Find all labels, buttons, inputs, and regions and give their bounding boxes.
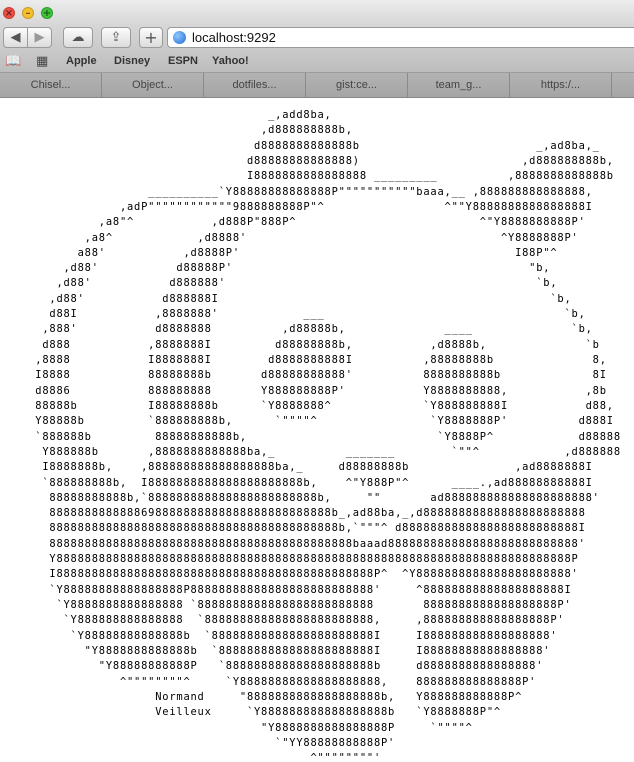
icloud-tabs-button[interactable]: ☁	[63, 27, 93, 48]
window-titlebar: × – +	[0, 0, 634, 26]
minimize-window-button[interactable]: –	[22, 7, 34, 19]
address-text[interactable]: localhost:9292	[192, 30, 276, 46]
bookmark-yahoo[interactable]: Yahoo!	[212, 55, 249, 68]
bookmark-espn[interactable]: ESPN	[168, 55, 198, 68]
address-bar[interactable]: localhost:9292	[167, 27, 634, 48]
share-button[interactable]: ⇪	[101, 27, 131, 48]
tab-chisel[interactable]: Chisel...	[0, 73, 102, 97]
tab-bar: Chisel... Object... dotfiles... gist:ce.…	[0, 73, 634, 98]
new-tab-button[interactable]: +	[139, 27, 163, 48]
ascii-art: _,add8ba, ,d888888888b, d8888888888888b …	[35, 109, 621, 762]
top-sites-grid-icon[interactable]: ▦	[36, 54, 48, 69]
forward-button[interactable]: ▶	[27, 27, 52, 48]
bookmark-disney[interactable]: Disney	[114, 55, 150, 68]
maximize-window-button[interactable]: +	[41, 7, 53, 19]
back-button[interactable]: ◀	[3, 27, 28, 48]
tab-dotfiles[interactable]: dotfiles...	[204, 73, 306, 97]
close-window-button[interactable]: ×	[3, 7, 15, 19]
bookmarks-bar: 📖 ▦ Apple Disney ESPN Yahoo!	[0, 52, 634, 73]
cloud-icon: ☁	[71, 30, 85, 45]
plus-icon: +	[144, 28, 158, 47]
bookmark-apple[interactable]: Apple	[66, 55, 97, 68]
forward-arrow-icon: ▶	[34, 30, 45, 45]
browser-toolbar: ◀ ▶ ☁ ⇪ + localhost:9292	[0, 26, 634, 52]
tab-object[interactable]: Object...	[102, 73, 204, 97]
reading-list-icon[interactable]: 📖	[5, 54, 21, 69]
tab-gist[interactable]: gist:ce...	[306, 73, 408, 97]
globe-icon	[173, 31, 186, 44]
tab-https[interactable]: https:/...	[510, 73, 612, 97]
tab-team[interactable]: team_g...	[408, 73, 510, 97]
page-content: _,add8ba, ,d888888888b, d8888888888888b …	[0, 98, 634, 762]
back-arrow-icon: ◀	[10, 30, 21, 45]
share-icon: ⇪	[110, 30, 122, 45]
